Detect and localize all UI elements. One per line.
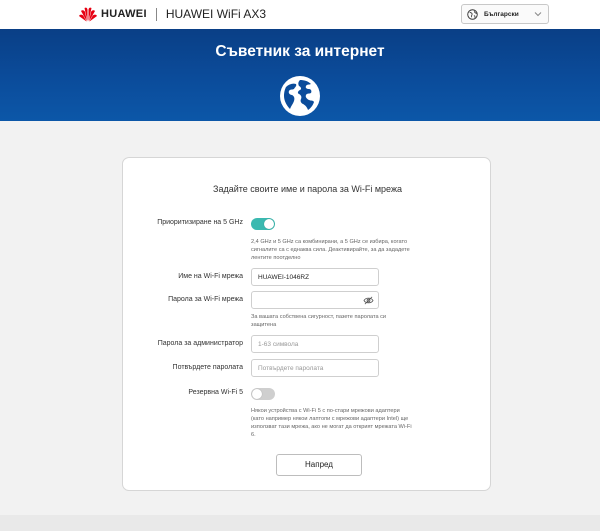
note-line: лентите поотделно bbox=[251, 255, 301, 261]
language-selected: Български bbox=[484, 10, 519, 18]
chevron-down-icon bbox=[534, 12, 542, 17]
toggle-knob bbox=[252, 389, 262, 399]
backup-wifi5-label: Резервна Wi-Fi 5 bbox=[188, 389, 243, 396]
page-title: Съветник за интернет bbox=[215, 43, 385, 60]
wifi-password-label: Парола за Wi-Fi мрежа bbox=[168, 296, 243, 303]
form-title: Задайте своите име и парола за Wi-Fi мре… bbox=[213, 184, 402, 194]
note-line: защитена bbox=[251, 322, 277, 328]
wifi-name-value: HUAWEI-1046RZ bbox=[258, 273, 310, 281]
wifi-password-input[interactable] bbox=[251, 291, 379, 309]
note-line: 2,4 GHz и 5 GHz са комбинирани, а 5 GHz … bbox=[251, 239, 408, 245]
backup-wifi5-toggle[interactable] bbox=[251, 388, 275, 400]
footer bbox=[0, 515, 600, 531]
note-line: 6. bbox=[251, 432, 256, 438]
confirm-password-input[interactable]: Потвърдете паролата bbox=[251, 359, 379, 377]
note-line: Някои устройства с Wi-Fi 5 с по-стари мр… bbox=[251, 408, 400, 414]
prioritize-5ghz-note: 2,4 GHz и 5 GHz са комбинирани, а 5 GHz … bbox=[251, 238, 410, 262]
huawei-logo-icon bbox=[79, 7, 97, 22]
eye-icon[interactable] bbox=[363, 296, 374, 305]
top-bar: HUAWEI HUAWEI WiFi AX3 Български bbox=[0, 0, 600, 29]
prioritize-5ghz-label: Приоритизиране на 5 GHz bbox=[157, 219, 243, 226]
product-name: HUAWEI WiFi AX3 bbox=[165, 7, 267, 21]
toggle-knob bbox=[264, 219, 274, 229]
prioritize-5ghz-toggle[interactable] bbox=[251, 218, 275, 230]
note-line: сигналите са с еднаква сила. Деактивирай… bbox=[251, 247, 410, 253]
wifi-name-input[interactable]: HUAWEI-1046RZ bbox=[251, 268, 379, 286]
admin-password-placeholder: 1-63 символа bbox=[258, 340, 299, 348]
wifi-setup-card: Задайте своите име и парола за Wi-Fi мре… bbox=[122, 157, 491, 491]
admin-password-label: Парола за администратор bbox=[157, 340, 243, 347]
globe-icon bbox=[280, 76, 320, 116]
language-select[interactable]: Български bbox=[461, 4, 549, 24]
brand: HUAWEI HUAWEI WiFi AX3 bbox=[79, 6, 266, 22]
brand-divider bbox=[155, 7, 157, 21]
note-line: За вашата собствена сигурност, пазете па… bbox=[251, 314, 387, 320]
banner: Съветник за интернет bbox=[0, 29, 600, 121]
wifi-name-label: Име на Wi-Fi мрежа bbox=[178, 273, 243, 280]
note-line: използват тази мрежа, ако не могат да от… bbox=[251, 424, 412, 430]
next-button[interactable]: Напред bbox=[276, 454, 362, 476]
note-line: (като например някои лаптопи с мрежови а… bbox=[251, 416, 409, 422]
confirm-password-label: Потвърдете паролата bbox=[172, 364, 243, 371]
confirm-password-placeholder: Потвърдете паролата bbox=[258, 364, 324, 372]
backup-wifi5-note: Някои устройства с Wi-Fi 5 с по-стари мр… bbox=[251, 407, 412, 439]
wifi-password-note: За вашата собствена сигурност, пазете па… bbox=[251, 313, 386, 329]
globe-icon bbox=[467, 8, 478, 20]
admin-password-input[interactable]: 1-63 символа bbox=[251, 335, 379, 353]
brand-name: HUAWEI bbox=[101, 8, 147, 20]
